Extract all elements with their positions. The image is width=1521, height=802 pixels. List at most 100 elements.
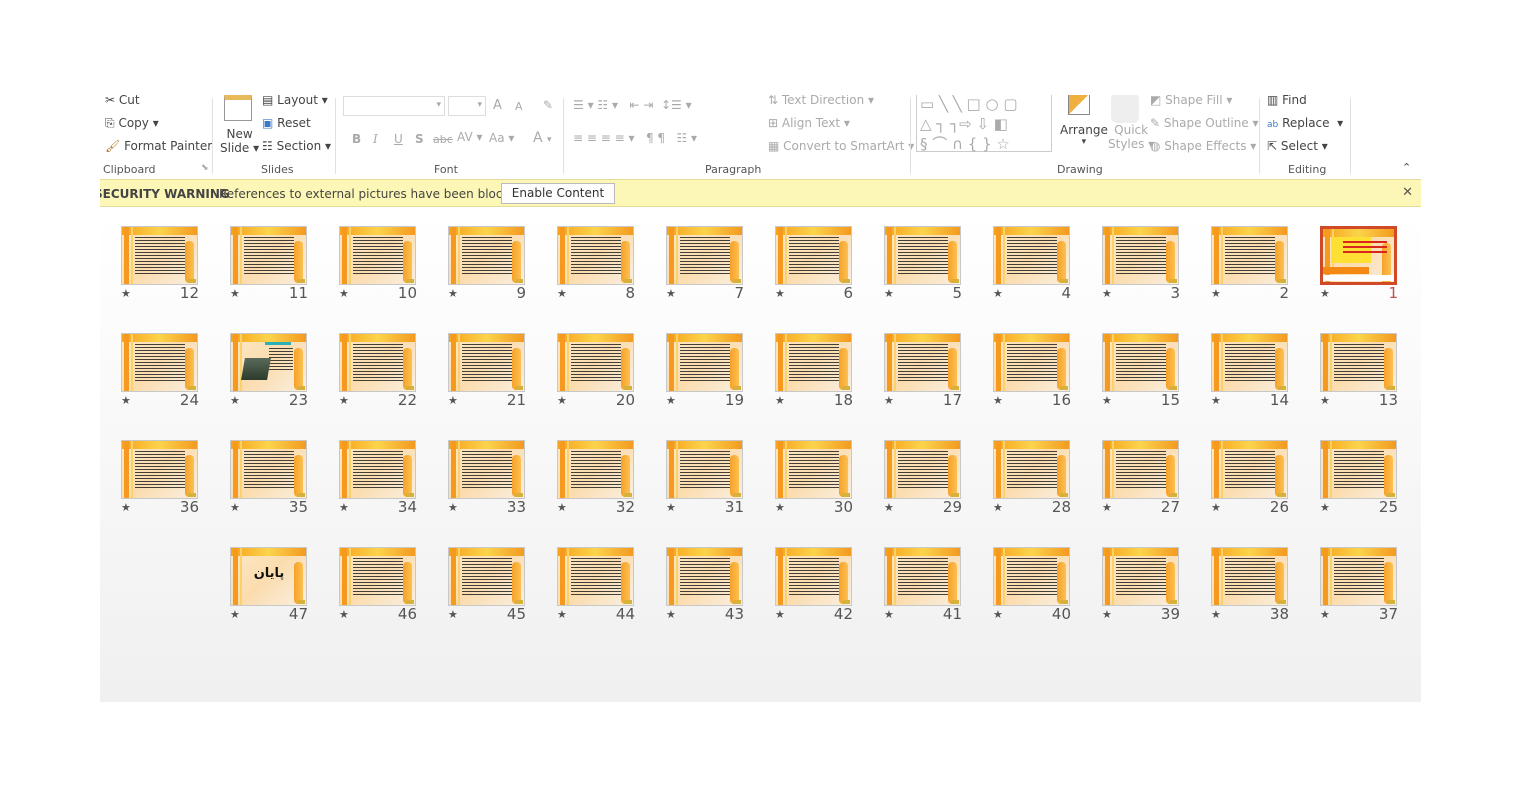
animation-star-icon[interactable]: ★ <box>884 287 894 300</box>
grow-font-button[interactable]: A <box>493 98 502 113</box>
align-text-button[interactable]: ⊞ Align Text ▾ <box>768 116 850 130</box>
animation-star-icon[interactable]: ★ <box>1102 287 1112 300</box>
slide-thumbnail-35[interactable]: ★ 35 <box>230 440 308 520</box>
shapes-gallery[interactable]: ▭ ╲ ╲ □ ○ ▢ △ ┐ ┐⇨ ⇩ ◧ § ⌒ ∩ { } ☆ <box>916 95 1052 153</box>
slide-preview[interactable] <box>1102 547 1179 606</box>
slide-thumbnail-14[interactable]: ★ 14 <box>1211 333 1289 413</box>
animation-star-icon[interactable]: ★ <box>775 501 785 514</box>
collapse-ribbon-icon[interactable]: ⌃ <box>1402 161 1411 174</box>
slide-thumbnail-30[interactable]: ★ 30 <box>775 440 853 520</box>
slide-preview[interactable] <box>339 440 416 499</box>
slide-thumbnail-38[interactable]: ★ 38 <box>1211 547 1289 627</box>
animation-star-icon[interactable]: ★ <box>884 501 894 514</box>
animation-star-icon[interactable]: ★ <box>666 608 676 621</box>
slide-thumbnail-20[interactable]: ★ 20 <box>557 333 635 413</box>
slide-thumbnail-29[interactable]: ★ 29 <box>884 440 962 520</box>
animation-star-icon[interactable]: ★ <box>993 287 1003 300</box>
animation-star-icon[interactable]: ★ <box>121 501 131 514</box>
slide-preview[interactable] <box>1320 440 1397 499</box>
animation-star-icon[interactable]: ★ <box>1211 287 1221 300</box>
slide-thumbnail-12[interactable]: ★ 12 <box>121 226 199 306</box>
clear-formatting-icon[interactable]: ✎ <box>543 98 553 112</box>
slide-thumbnail-28[interactable]: ★ 28 <box>993 440 1071 520</box>
slide-preview[interactable] <box>339 226 416 285</box>
animation-star-icon[interactable]: ★ <box>1320 287 1330 300</box>
slide-thumbnail-24[interactable]: ★ 24 <box>121 333 199 413</box>
layout-button[interactable]: ▤ Layout ▾ <box>262 95 328 107</box>
slide-thumbnail-6[interactable]: ★ 6 <box>775 226 853 306</box>
character-spacing-button[interactable]: AV ▾ <box>457 130 483 144</box>
enable-content-button[interactable]: Enable Content <box>501 183 615 204</box>
slide-thumbnail-13[interactable]: ★ 13 <box>1320 333 1398 413</box>
slide-thumbnail-46[interactable]: ★ 46 <box>339 547 417 627</box>
slide-preview[interactable] <box>1211 440 1288 499</box>
slide-preview[interactable] <box>884 547 961 606</box>
animation-star-icon[interactable]: ★ <box>1211 501 1221 514</box>
alignment-buttons[interactable]: ≡ ≡ ≡ ≡ ▾ ¶ ¶ ☷ ▾ <box>573 131 697 145</box>
slide-preview[interactable] <box>1320 547 1397 606</box>
section-button[interactable]: ☷ Section ▾ <box>262 139 331 153</box>
slide-thumbnail-3[interactable]: ★ 3 <box>1102 226 1180 306</box>
find-button[interactable]: ▥ Find <box>1267 95 1307 107</box>
animation-star-icon[interactable]: ★ <box>557 501 567 514</box>
arrange-button[interactable]: Arrange ▾ <box>1060 95 1108 147</box>
animation-star-icon[interactable]: ★ <box>884 608 894 621</box>
animation-star-icon[interactable]: ★ <box>1320 394 1330 407</box>
shape-fill-button[interactable]: ◩ Shape Fill ▾ <box>1150 95 1232 107</box>
animation-star-icon[interactable]: ★ <box>1102 394 1112 407</box>
animation-star-icon[interactable]: ★ <box>775 394 785 407</box>
slide-preview[interactable] <box>121 226 198 285</box>
copy-button[interactable]: ⎘ Copy ▾ <box>105 116 159 131</box>
bold-button[interactable]: B <box>352 132 361 146</box>
animation-star-icon[interactable]: ★ <box>339 608 349 621</box>
slide-thumbnail-4[interactable]: ★ 4 <box>993 226 1071 306</box>
slide-preview[interactable] <box>1102 333 1179 392</box>
slide-preview[interactable] <box>666 333 743 392</box>
slide-preview[interactable] <box>993 547 1070 606</box>
slide-preview[interactable] <box>557 440 634 499</box>
slide-preview[interactable] <box>884 333 961 392</box>
slide-preview[interactable] <box>557 547 634 606</box>
slide-thumbnail-1[interactable]: ★ 1 <box>1320 226 1398 306</box>
slide-thumbnail-11[interactable]: ★ 11 <box>230 226 308 306</box>
convert-smartart-button[interactable]: ▦ Convert to SmartArt ▾ <box>768 139 914 153</box>
slide-thumbnail-39[interactable]: ★ 39 <box>1102 547 1180 627</box>
animation-star-icon[interactable]: ★ <box>884 394 894 407</box>
animation-star-icon[interactable]: ★ <box>666 501 676 514</box>
cut-button[interactable]: ✂ Cut <box>105 95 140 107</box>
slide-thumbnail-2[interactable]: ★ 2 <box>1211 226 1289 306</box>
animation-star-icon[interactable]: ★ <box>339 501 349 514</box>
slide-preview[interactable] <box>339 333 416 392</box>
slide-thumbnail-41[interactable]: ★ 41 <box>884 547 962 627</box>
animation-star-icon[interactable]: ★ <box>993 501 1003 514</box>
slide-preview[interactable] <box>993 226 1070 285</box>
slide-thumbnail-7[interactable]: ★ 7 <box>666 226 744 306</box>
slide-preview[interactable]: پایان <box>230 547 307 606</box>
slide-thumbnail-8[interactable]: ★ 8 <box>557 226 635 306</box>
animation-star-icon[interactable]: ★ <box>557 608 567 621</box>
slide-preview[interactable] <box>1320 333 1397 392</box>
slide-thumbnail-32[interactable]: ★ 32 <box>557 440 635 520</box>
animation-star-icon[interactable]: ★ <box>448 608 458 621</box>
animation-star-icon[interactable]: ★ <box>1211 394 1221 407</box>
animation-star-icon[interactable]: ★ <box>121 287 131 300</box>
slide-preview[interactable] <box>1211 226 1288 285</box>
slide-thumbnail-9[interactable]: ★ 9 <box>448 226 526 306</box>
animation-star-icon[interactable]: ★ <box>1211 608 1221 621</box>
slide-preview[interactable] <box>666 547 743 606</box>
slide-preview[interactable] <box>121 333 198 392</box>
slide-preview[interactable] <box>230 333 307 392</box>
animation-star-icon[interactable]: ★ <box>339 394 349 407</box>
change-case-button[interactable]: Aa ▾ <box>489 131 514 145</box>
slide-thumbnail-17[interactable]: ★ 17 <box>884 333 962 413</box>
animation-star-icon[interactable]: ★ <box>230 501 240 514</box>
font-name-dropdown[interactable]: ▾ <box>343 96 445 116</box>
slide-preview[interactable] <box>884 440 961 499</box>
select-button[interactable]: ⇱ Select ▾ <box>1267 139 1328 153</box>
text-direction-button[interactable]: ⇅ Text Direction ▾ <box>768 95 874 107</box>
font-color-button[interactable]: A ▾ <box>533 130 552 146</box>
slide-thumbnail-40[interactable]: ★ 40 <box>993 547 1071 627</box>
slide-thumbnail-43[interactable]: ★ 43 <box>666 547 744 627</box>
slide-preview[interactable] <box>448 226 525 285</box>
quick-styles-button[interactable]: Quick Styles ▾ <box>1108 95 1154 151</box>
